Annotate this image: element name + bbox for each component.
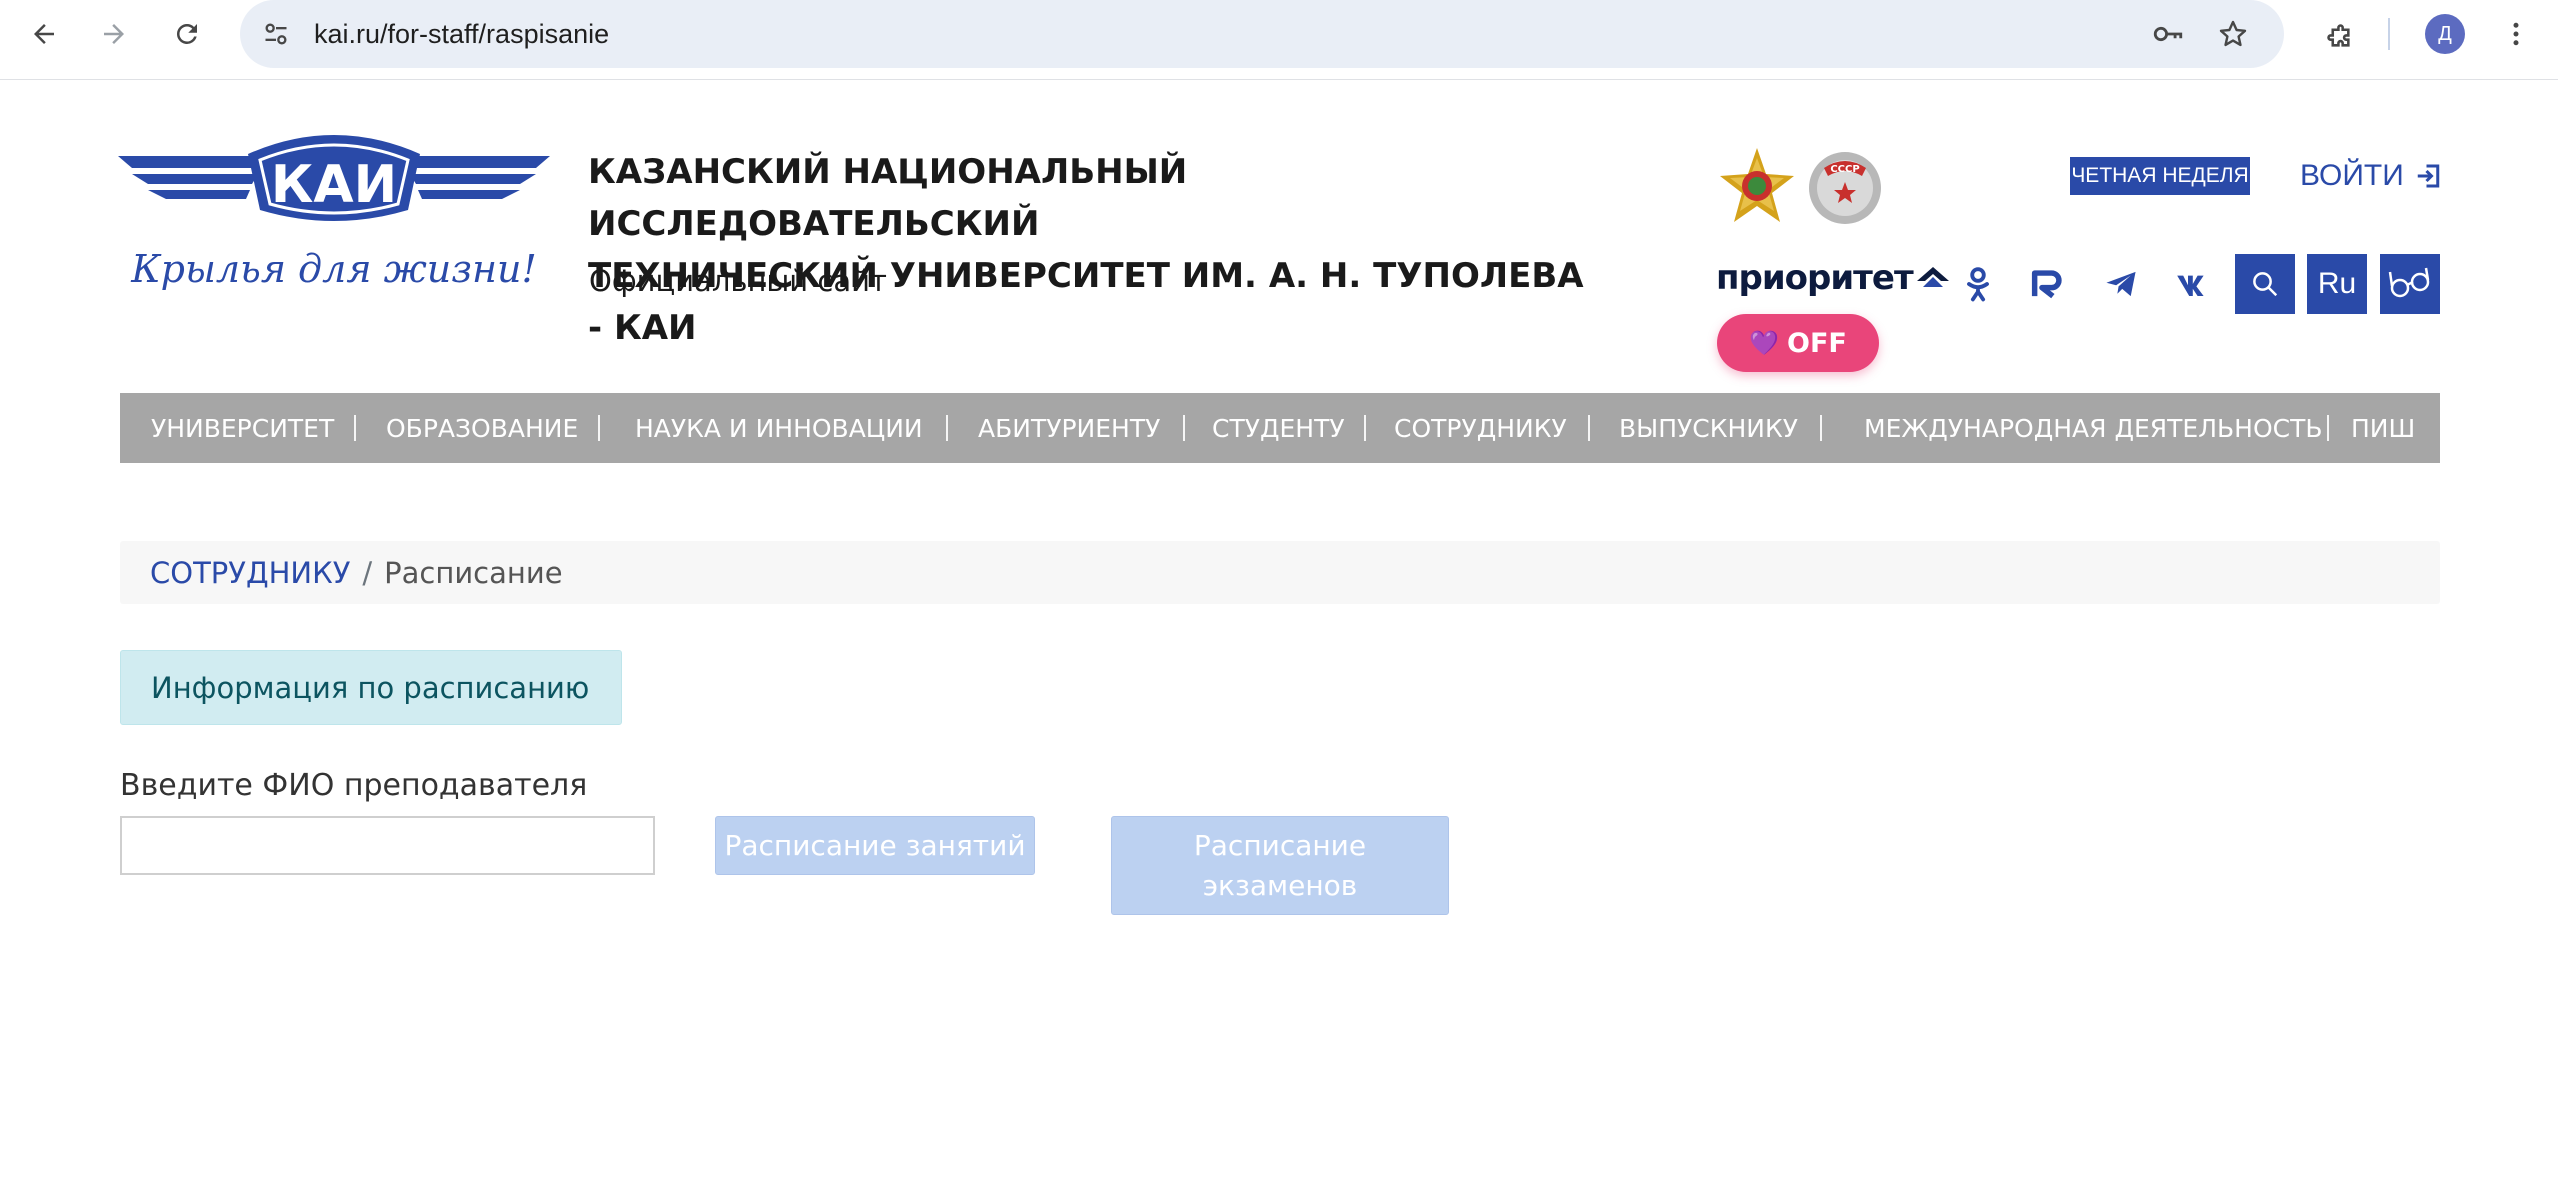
rutube-icon[interactable] <box>2026 262 2070 306</box>
menu-item-pish[interactable]: ПИШ <box>2351 393 2415 463</box>
menu-divider <box>1183 415 1185 441</box>
profile-avatar[interactable]: Д <box>2425 14 2465 54</box>
order-medal-icon <box>1716 146 1798 228</box>
forward-icon[interactable] <box>92 12 136 56</box>
menu-item-university[interactable]: УНИВЕРСИТЕТ <box>151 393 334 463</box>
menu-divider <box>1820 415 1822 441</box>
priority-label[interactable]: приоритет <box>1716 258 1914 298</box>
teacher-name-label: Введите ФИО преподавателя <box>120 768 588 803</box>
logo-text: КАИ <box>271 155 397 215</box>
priority-arrow-icon <box>1916 267 1949 287</box>
search-button[interactable] <box>2235 254 2295 314</box>
low-vision-glasses-icon[interactable] <box>2388 266 2432 302</box>
vk-icon[interactable] <box>2172 262 2216 306</box>
login-link[interactable]: ВОЙТИ <box>2300 156 2444 196</box>
heart-icon: 💜 <box>1749 329 1780 357</box>
menu-divider <box>354 415 356 441</box>
search-icon[interactable] <box>2250 269 2280 299</box>
ussr-medal-text: СССР <box>1830 164 1859 175</box>
star-icon[interactable] <box>2215 16 2251 52</box>
toolbar-divider <box>2388 18 2390 50</box>
animation-off-button[interactable]: 💜 OFF <box>1717 314 1879 372</box>
accessibility-button[interactable] <box>2380 254 2440 314</box>
exam-schedule-label-line1[interactable]: Расписание <box>1194 826 1366 866</box>
extensions-icon[interactable] <box>2317 14 2357 54</box>
odnoklassniki-icon[interactable] <box>1956 262 2000 306</box>
teacher-name-input[interactable] <box>120 816 655 875</box>
exam-schedule-label-line2[interactable]: экзаменов <box>1203 866 1358 906</box>
university-title-line1: КАЗАНСКИЙ НАЦИОНАЛЬНЫЙ ИССЛЕДОВАТЕЛЬСКИЙ <box>588 152 1188 244</box>
class-schedule-button[interactable]: Расписание занятий <box>715 816 1035 875</box>
key-icon[interactable] <box>2150 16 2186 52</box>
url-text[interactable]: kai.ru/for-staff/raspisanie <box>314 16 609 52</box>
schedule-info-alert[interactable]: Информация по расписанию <box>120 650 622 725</box>
browser-toolbar: kai.ru/for-staff/raspisanie Д <box>0 0 2558 80</box>
breadcrumb: СОТРУДНИКУ / Расписание <box>120 541 2440 604</box>
menu-item-applicants[interactable]: АБИТУРИЕНТУ <box>978 393 1160 463</box>
menu-item-education[interactable]: ОБРАЗОВАНИЕ <box>386 393 578 463</box>
exam-schedule-button[interactable]: Расписание экзаменов <box>1111 816 1449 915</box>
breadcrumb-link-staff[interactable]: СОТРУДНИКУ <box>150 556 350 590</box>
menu-divider <box>598 415 600 441</box>
ussr-medal-icon: СССР <box>1804 146 1886 228</box>
telegram-icon[interactable] <box>2099 262 2143 306</box>
menu-divider <box>946 415 948 441</box>
menu-item-science[interactable]: НАУКА И ИННОВАЦИИ <box>635 393 923 463</box>
address-bar[interactable]: kai.ru/for-staff/raspisanie <box>240 0 2284 68</box>
menu-item-students[interactable]: СТУДЕНТУ <box>1212 393 1345 463</box>
login-label[interactable]: ВОЙТИ <box>2300 159 2404 193</box>
breadcrumb-separator: / <box>362 555 373 590</box>
breadcrumb-current: Расписание <box>384 555 563 590</box>
reload-icon[interactable] <box>165 12 209 56</box>
language-button[interactable]: Ru <box>2307 254 2367 314</box>
back-icon[interactable] <box>22 12 66 56</box>
menu-divider <box>2327 415 2329 441</box>
menu-item-graduates[interactable]: ВЫПУСКНИКУ <box>1619 393 1798 463</box>
menu-divider <box>1588 415 1590 441</box>
off-label[interactable]: OFF <box>1787 328 1847 359</box>
main-menu: УНИВЕРСИТЕТ ОБРАЗОВАНИЕ НАУКА И ИННОВАЦИ… <box>120 393 2440 463</box>
menu-divider <box>1364 415 1366 441</box>
kai-logo[interactable]: КАИ Крылья для жизни! <box>118 124 550 310</box>
menu-item-international[interactable]: МЕЖДУНАРОДНАЯ ДЕЯТЕЛЬНОСТЬ <box>1864 393 2323 463</box>
login-icon[interactable] <box>2414 161 2444 191</box>
university-title: КАЗАНСКИЙ НАЦИОНАЛЬНЫЙ ИССЛЕДОВАТЕЛЬСКИЙ… <box>588 146 1588 354</box>
menu-item-staff[interactable]: СОТРУДНИКУ <box>1394 393 1567 463</box>
week-parity-badge: ЧЕТНАЯ НЕДЕЛЯ <box>2070 157 2250 195</box>
priority-logo[interactable]: приоритет <box>1716 258 1949 298</box>
site-settings-icon[interactable] <box>258 16 294 52</box>
more-icon[interactable] <box>2496 14 2536 54</box>
site-subtitle: Официальный сайт <box>589 264 887 298</box>
logo-slogan: Крылья для жизни! <box>130 247 537 291</box>
